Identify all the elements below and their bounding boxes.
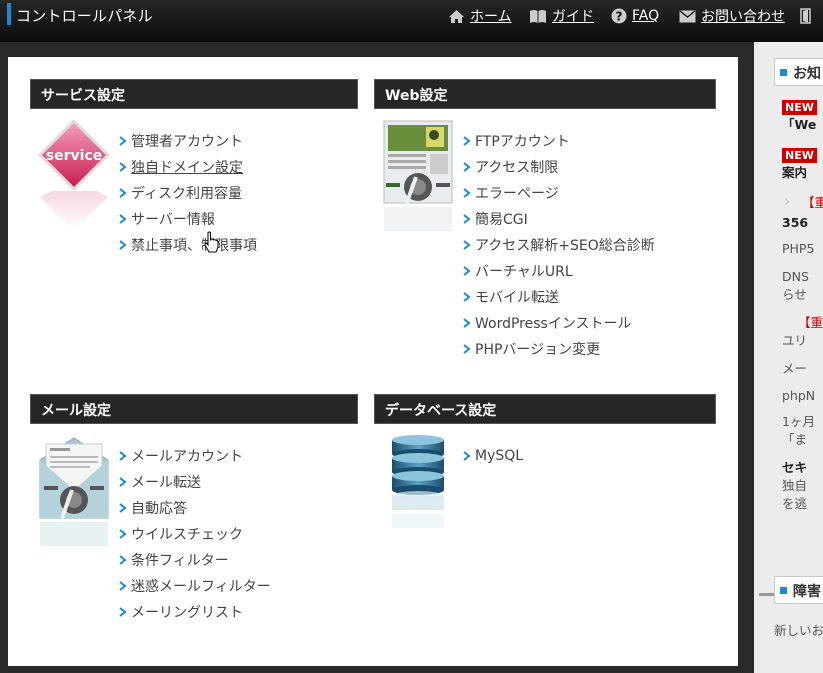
- main-panel: サービス設定 service 管理者アカウント 独自ドメイン設定 ディスク利用容…: [8, 57, 738, 666]
- service-icon-label: service: [46, 148, 102, 164]
- news-item-8[interactable]: phpN: [782, 387, 815, 405]
- book-icon: [530, 9, 546, 23]
- link-php-version[interactable]: PHPバージョン変更: [461, 336, 655, 362]
- nav-faq-label: FAQ: [632, 8, 660, 24]
- link-mobile-redirect[interactable]: モバイル転送: [461, 284, 655, 310]
- home-icon: [449, 9, 464, 23]
- link-mailing-list[interactable]: メーリングリスト: [117, 599, 271, 625]
- nav-home[interactable]: ホーム: [448, 6, 512, 26]
- link-virus-check[interactable]: ウイルスチェック: [117, 521, 271, 547]
- link-virtual-url[interactable]: バーチャルURL: [461, 258, 655, 284]
- trouble-title: 障害: [793, 584, 821, 600]
- hand-cursor-icon: [204, 231, 219, 253]
- bullet-icon: [781, 197, 790, 206]
- trouble-box-header: 障害: [774, 576, 823, 604]
- new-badge: NEW: [782, 148, 817, 163]
- link-disk-usage[interactable]: ディスク利用容量: [117, 180, 257, 206]
- nav-contact[interactable]: お問い合わせ: [679, 6, 785, 26]
- web-settings-icon: [383, 120, 453, 231]
- news-item-3[interactable]: 【重: [802, 194, 823, 212]
- news-square-icon: [780, 69, 787, 76]
- nav-contact-label: お問い合わせ: [701, 9, 785, 25]
- nav-guide[interactable]: ガイド: [529, 6, 594, 26]
- mail-icon: [679, 9, 696, 22]
- link-server-info[interactable]: サーバー情報: [117, 206, 257, 232]
- top-header: コントロールパネル ホーム ガイド ? FAQ お問い合わせ: [0, 0, 823, 42]
- link-mail-account[interactable]: メールアカウント: [117, 443, 271, 469]
- news-item-3-line2: 356: [782, 215, 809, 230]
- link-auto-reply[interactable]: 自動応答: [117, 495, 271, 521]
- right-sidebar: お知 NEW 「We NEW 案内 【重 356 PHP5 DNS らせ 【重 ユリ …: [754, 42, 823, 673]
- section-header-web: Web設定: [374, 79, 716, 109]
- nav-home-label: ホーム: [470, 9, 512, 25]
- news-item-7[interactable]: メー: [782, 360, 807, 378]
- link-error-page[interactable]: エラーページ: [461, 180, 655, 206]
- news-item-6-line2: ユリ: [782, 333, 808, 348]
- link-spam-filter[interactable]: 迷惑メールフィルター: [117, 573, 271, 599]
- link-admin-account[interactable]: 管理者アカウント: [117, 128, 257, 154]
- mail-settings-icon: [39, 437, 109, 546]
- news-item-6[interactable]: 【重: [798, 314, 823, 332]
- database-icon: [392, 435, 444, 528]
- news-item-4[interactable]: PHP5: [782, 240, 814, 258]
- trouble-square-icon: [780, 587, 787, 594]
- news-item-2[interactable]: NEW 案内: [782, 146, 817, 182]
- link-access-analytics-seo[interactable]: アクセス解析+SEO総合診断: [461, 232, 655, 258]
- link-domain-settings[interactable]: 独自ドメイン設定: [117, 154, 257, 180]
- link-condition-filter[interactable]: 条件フィルター: [117, 547, 271, 573]
- trouble-text: 新しいお: [774, 623, 823, 638]
- link-simple-cgi[interactable]: 簡易CGI: [461, 206, 655, 232]
- mail-link-list: メールアカウント メール転送 自動応答 ウイルスチェック 条件フィルター 迷惑メ…: [117, 443, 271, 625]
- section-header-service: サービス設定: [30, 79, 358, 109]
- brand-accent-bar: [7, 3, 11, 25]
- question-icon: ?: [611, 8, 627, 24]
- link-wordpress-install[interactable]: WordPressインストール: [461, 310, 655, 336]
- news-item-1[interactable]: NEW 「We: [782, 98, 817, 134]
- link-restrictions[interactable]: 禁止事項、制限事項: [117, 232, 257, 258]
- service-link-list: 管理者アカウント 独自ドメイン設定 ディスク利用容量 サーバー情報 禁止事項、制…: [117, 128, 257, 258]
- news-item-10[interactable]: セキ 独自 を逃: [782, 459, 807, 513]
- nav-faq[interactable]: ? FAQ: [611, 6, 659, 26]
- logout-icon: [800, 8, 811, 24]
- nav-guide-label: ガイド: [552, 9, 594, 25]
- web-link-list: FTPアカウント アクセス制限 エラーページ 簡易CGI アクセス解析+SEO総…: [461, 128, 655, 362]
- svg-text:?: ?: [616, 10, 623, 24]
- link-mysql[interactable]: MySQL: [461, 443, 523, 469]
- link-mail-forward[interactable]: メール転送: [117, 469, 271, 495]
- news-title: お知: [793, 66, 821, 82]
- news-item-5[interactable]: DNS らせ: [782, 268, 809, 304]
- section-header-database: データベース設定: [374, 394, 716, 424]
- nav-logout[interactable]: [800, 6, 820, 26]
- new-badge: NEW: [782, 100, 817, 115]
- news-item-9[interactable]: 1ヶ月 「ま: [782, 413, 815, 449]
- news-box-header: お知: [774, 58, 823, 86]
- database-link-list: MySQL: [461, 443, 523, 469]
- link-ftp-account[interactable]: FTPアカウント: [461, 128, 655, 154]
- link-access-restriction[interactable]: アクセス制限: [461, 154, 655, 180]
- app-title: コントロールパネル: [16, 7, 153, 25]
- section-header-mail: メール設定: [30, 394, 358, 424]
- service-icon: service: [38, 119, 110, 231]
